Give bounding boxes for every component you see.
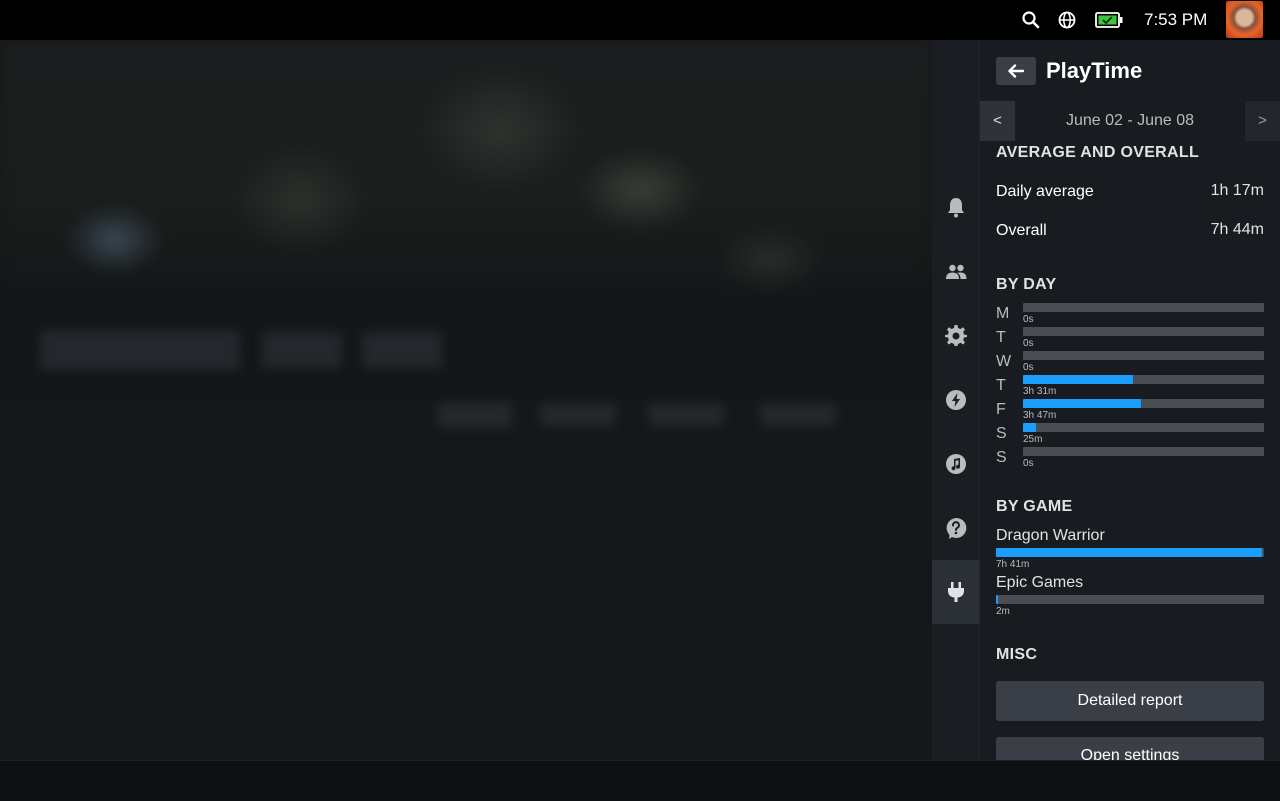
help-icon[interactable] <box>944 516 968 540</box>
back-button[interactable] <box>996 57 1036 85</box>
gear-icon[interactable] <box>944 324 968 348</box>
day-letter: T <box>996 377 1006 394</box>
section-heading-misc: MISC <box>996 646 1038 663</box>
daily-average-label: Daily average <box>996 183 1094 200</box>
game-bar-fill <box>996 595 998 604</box>
section-heading-by-day: BY DAY <box>996 276 1057 293</box>
game-bar-fill <box>996 548 1262 557</box>
overall-value: 7h 44m <box>1210 221 1264 238</box>
open-settings-button[interactable]: Open settings <box>996 737 1264 760</box>
clock: 7:53 PM <box>1144 10 1208 29</box>
status-bar: 7:53 PM <box>0 0 1280 40</box>
day-bar-fill <box>1023 375 1133 384</box>
overall-label: Overall <box>996 222 1047 239</box>
background-info-row <box>0 310 932 400</box>
lightning-icon[interactable] <box>944 388 968 412</box>
bell-icon[interactable] <box>944 195 968 219</box>
day-letter: F <box>996 401 1006 418</box>
bottom-bar <box>0 760 1280 801</box>
background-hero-image <box>0 40 932 310</box>
battery-icon[interactable] <box>1095 11 1123 29</box>
plug-icon[interactable] <box>944 580 968 604</box>
day-bar-track <box>1023 303 1264 312</box>
music-icon[interactable] <box>944 452 968 476</box>
day-bar-track <box>1023 447 1264 456</box>
day-letter: S <box>996 449 1007 466</box>
day-bar-track <box>1023 423 1264 432</box>
day-value: 0s <box>1023 458 1034 469</box>
page-title: PlayTime <box>1046 58 1143 83</box>
section-heading-average: AVERAGE AND OVERALL <box>996 144 1200 161</box>
game-name: Epic Games <box>996 574 1084 591</box>
playtime-panel: PlayTime < June 02 - June 08 > AVERAGE A… <box>980 40 1280 760</box>
game-bar-track <box>996 595 1264 604</box>
day-value: 0s <box>1023 362 1034 373</box>
friends-icon[interactable] <box>944 260 968 284</box>
daily-average-value: 1h 17m <box>1210 182 1264 199</box>
background-library <box>0 40 932 760</box>
search-icon[interactable] <box>1021 10 1041 30</box>
day-letter: W <box>996 353 1012 370</box>
day-bar-fill <box>1023 423 1036 432</box>
day-letter: S <box>996 425 1007 442</box>
day-bar-track <box>1023 327 1264 336</box>
arrow-left-icon <box>1008 64 1025 78</box>
game-name: Dragon Warrior <box>996 527 1105 544</box>
date-range: June 02 - June 08 <box>1065 112 1195 129</box>
previous-week-button[interactable]: < <box>980 101 1015 141</box>
day-value: 0s <box>1023 314 1034 325</box>
quick-access-rail <box>932 40 980 760</box>
day-bar-track <box>1023 375 1264 384</box>
section-heading-by-game: BY GAME <box>996 498 1073 515</box>
avatar[interactable] <box>1226 1 1263 38</box>
game-bar-track <box>996 548 1264 557</box>
day-value: 25m <box>1023 434 1043 445</box>
globe-icon[interactable] <box>1057 10 1077 30</box>
day-bar-track <box>1023 399 1264 408</box>
game-value: 7h 41m <box>996 559 1030 570</box>
day-letter: T <box>996 329 1006 346</box>
day-value: 3h 47m <box>1023 410 1057 421</box>
day-value: 0s <box>1023 338 1034 349</box>
detailed-report-button[interactable]: Detailed report <box>996 681 1264 721</box>
day-bar-track <box>1023 351 1264 360</box>
day-letter: M <box>996 305 1010 322</box>
next-week-button[interactable]: > <box>1245 101 1280 141</box>
day-bar-fill <box>1023 399 1141 408</box>
game-value: 2m <box>996 606 1010 617</box>
day-value: 3h 31m <box>1023 386 1057 397</box>
